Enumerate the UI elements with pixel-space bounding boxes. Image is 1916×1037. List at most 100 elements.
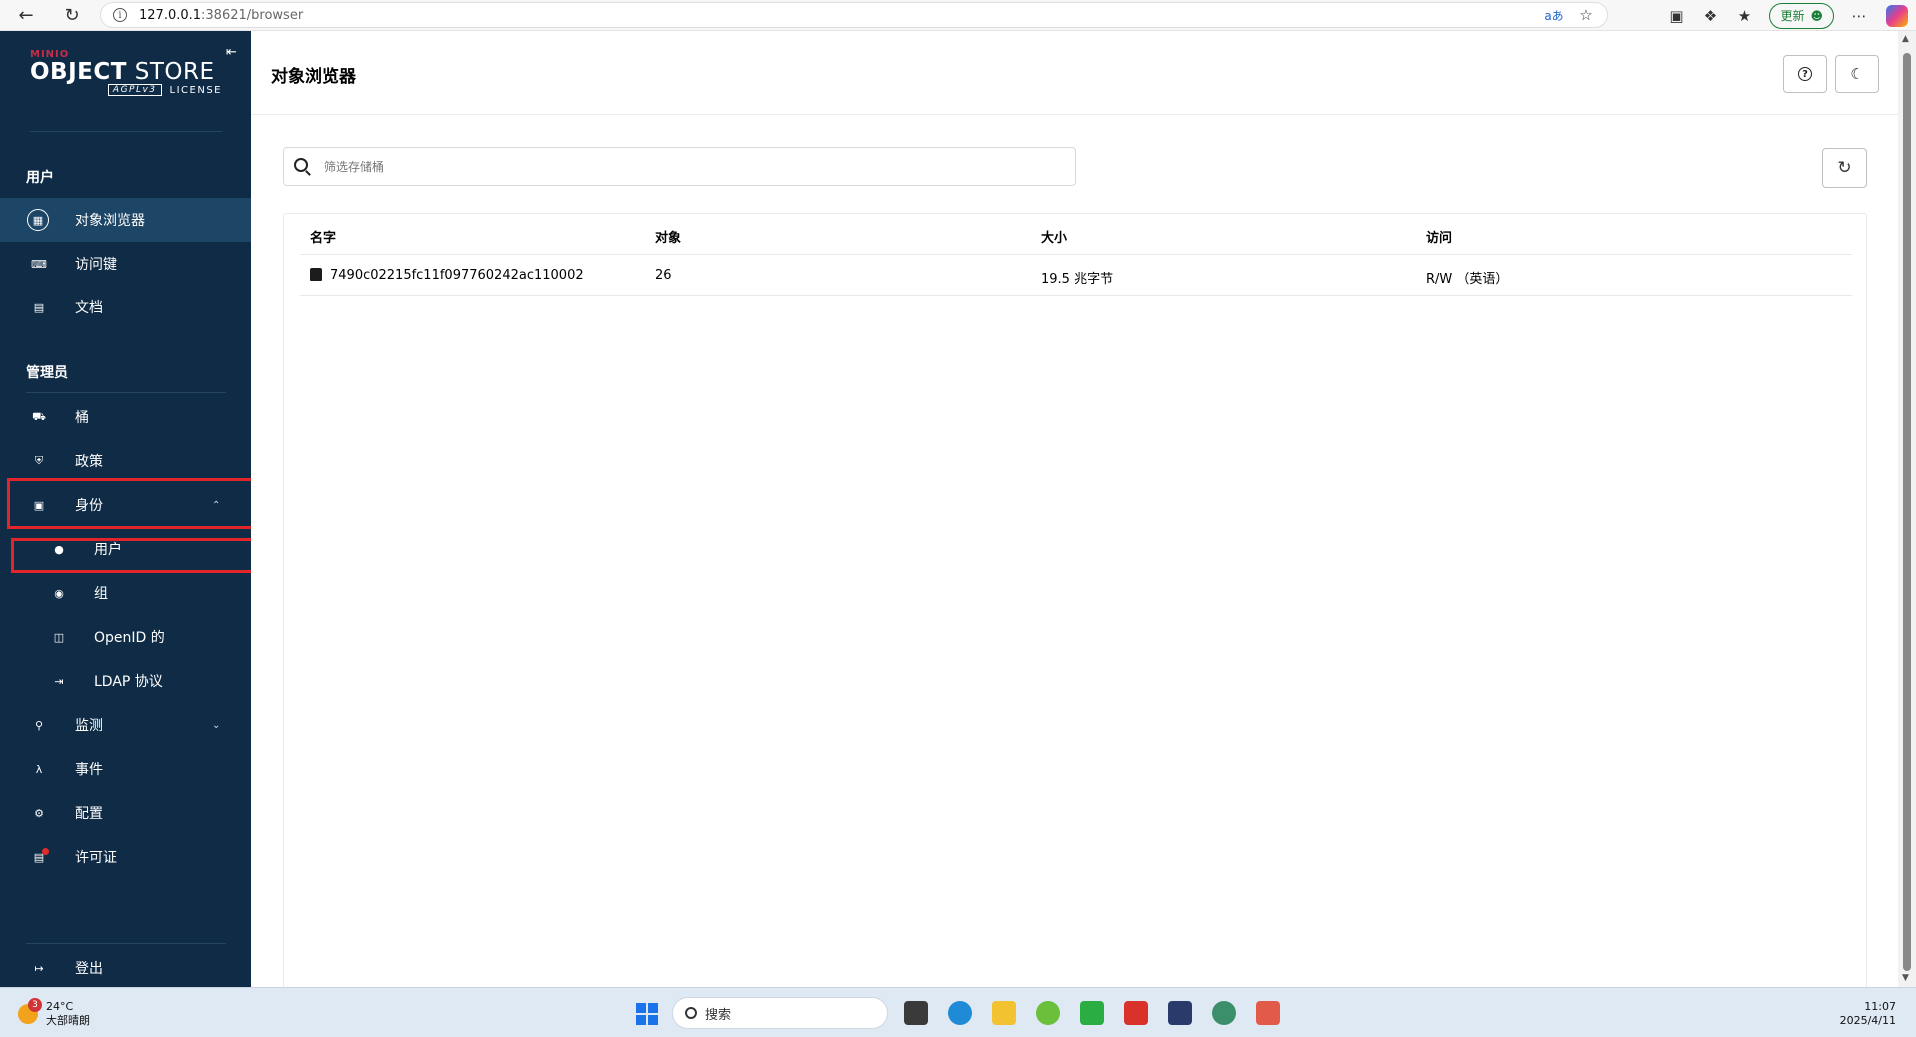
brand-rest: STORE: [126, 59, 215, 85]
object-browser-icon: ▦: [27, 209, 49, 231]
site-info-icon[interactable]: i: [113, 8, 127, 22]
column-header-objects[interactable]: 对象: [655, 227, 681, 246]
documentation-icon: ▤: [33, 300, 45, 314]
edge-icon[interactable]: [948, 1001, 972, 1025]
weather-text: 大部晴朗: [46, 1014, 90, 1027]
sidebar-item-label: 文档: [75, 300, 103, 316]
sidebar-item-identity[interactable]: ▣ 身份 ⌃: [0, 483, 251, 527]
temperature: 24°C: [46, 1000, 74, 1013]
wps-icon[interactable]: [1124, 1001, 1148, 1025]
sidebar-item-access-keys[interactable]: ⌨ 访问键: [0, 242, 251, 286]
bucket-filter-field[interactable]: [283, 147, 1076, 186]
app-icon[interactable]: [1212, 1001, 1236, 1025]
help-icon: ?: [1798, 67, 1812, 81]
divider: [26, 943, 226, 944]
table-row[interactable]: 7490c02215fc11f097760242ac110002 26 19.5…: [300, 255, 1852, 296]
sidebar-item-object-browser[interactable]: ▦ 对象浏览器: [0, 198, 251, 242]
sidebar-item-users[interactable]: ● 用户: [0, 527, 251, 571]
sidebar-item-label: 组: [94, 586, 108, 602]
user-icon: ●: [54, 542, 64, 556]
scrollbar-thumb[interactable]: [1903, 53, 1911, 971]
address-bar[interactable]: i 127.0.0.1 :38621/browser aあ ☆: [100, 2, 1608, 28]
file-explorer-icon[interactable]: [992, 1001, 1016, 1025]
chevron-down-icon: ⌄: [212, 719, 221, 731]
profile-icon: ☻: [1810, 8, 1823, 23]
policy-shield-icon: ⛨: [34, 454, 44, 467]
column-header-size[interactable]: 大小: [1041, 227, 1067, 246]
sidebar-item-label: 对象浏览器: [75, 213, 145, 229]
favorite-star-icon[interactable]: ☆: [1571, 1, 1601, 29]
sidebar-item-policies[interactable]: ⛨ 政策: [0, 439, 251, 483]
translate-icon[interactable]: aあ: [1539, 1, 1569, 29]
sidebar-item-logout[interactable]: ↦ 登出: [0, 946, 251, 990]
sidebar-item-configuration[interactable]: ⚙ 配置: [0, 791, 251, 835]
taskbar-search[interactable]: 搜索: [672, 997, 888, 1029]
column-header-name[interactable]: 名字: [310, 227, 336, 246]
bucket-filter-input[interactable]: [324, 159, 1075, 174]
windows-taskbar: 3 24°C 大部晴朗 搜索 11:07 2025/4/11: [0, 987, 1916, 1037]
start-button[interactable]: [636, 1003, 658, 1025]
lambda-icon: λ: [35, 762, 43, 776]
groups-icon: ◉: [54, 586, 64, 600]
collapse-sidebar-icon[interactable]: ⇤: [226, 45, 240, 60]
extensions-icon[interactable]: ❖: [1695, 2, 1725, 30]
scroll-up-icon[interactable]: ▲: [1902, 34, 1909, 44]
page-header: 对象浏览器 ? ☾: [251, 31, 1898, 115]
reload-icon[interactable]: ↻: [58, 1, 86, 29]
sidebar-item-docs[interactable]: ▤ 文档: [0, 285, 251, 329]
bucket-name: 7490c02215fc11f097760242ac110002: [330, 268, 584, 283]
favorites-icon[interactable]: ★: [1729, 2, 1759, 30]
access-keys-icon: ⌨: [31, 257, 47, 271]
sidebar-item-monitoring[interactable]: ⚲ 监测 ⌄: [0, 703, 251, 747]
sidebar-item-label: LDAP 协议: [94, 674, 163, 690]
snipping-tool-icon[interactable]: [1256, 1001, 1280, 1025]
sidebar-item-license[interactable]: ▤ 许可证: [0, 835, 251, 879]
monitoring-search-icon: ⚲: [34, 718, 44, 732]
bucket-icon: ⛟: [32, 409, 46, 423]
help-button[interactable]: ?: [1783, 55, 1827, 93]
search-icon: [685, 1007, 697, 1019]
sidebar-item-events[interactable]: λ 事件: [0, 747, 251, 791]
page-scrollbar[interactable]: ▲ ▼: [1898, 31, 1916, 987]
sidebar-item-label: 许可证: [75, 850, 117, 866]
sidebar-item-label: 访问键: [75, 257, 117, 273]
system-clock[interactable]: 11:07 2025/4/11: [1840, 1000, 1896, 1028]
bucket-icon: [310, 268, 322, 281]
weather-sun-icon: 3: [18, 998, 42, 1024]
chevron-up-icon: ⌃: [212, 499, 221, 511]
sidebar-item-label: 配置: [75, 806, 103, 822]
sidebar-item-groups[interactable]: ◉ 组: [0, 571, 251, 615]
sidebar-item-ldap[interactable]: ⇥ LDAP 协议: [0, 659, 251, 703]
taskview-icon[interactable]: [904, 1001, 928, 1025]
identity-icon: ▣: [33, 498, 45, 512]
back-icon[interactable]: ←: [12, 1, 40, 29]
sidebar-item-label: 桶: [75, 410, 89, 426]
section-admin-title: 管理员: [26, 365, 68, 381]
bucket-size: 19.5 兆字节: [1041, 272, 1114, 287]
bucket-list: 名字 对象 大小 访问 7490c02215fc11f097760242ac11…: [283, 213, 1867, 993]
weather-widget[interactable]: 3 24°C 大部晴朗: [18, 998, 90, 1028]
tab-actions-icon[interactable]: ▣: [1661, 2, 1691, 30]
taskbar-search-label: 搜索: [705, 1007, 732, 1023]
divider: [26, 392, 226, 393]
logout-icon: ↦: [34, 961, 44, 975]
sidebar-item-label: 事件: [75, 762, 103, 778]
minio-logo: MINIO OBJECT STORE AGPLv3 LICENSE: [30, 49, 222, 96]
column-header-access[interactable]: 访问: [1426, 227, 1452, 246]
sidebar-item-label: 政策: [75, 454, 103, 470]
app-icon[interactable]: [1036, 1001, 1060, 1025]
sidebar-item-label: OpenID 的: [94, 630, 165, 646]
sidebar-item-label: 身份: [75, 498, 103, 514]
browser-toolbar: ← ↻ i 127.0.0.1 :38621/browser aあ ☆ ▣ ❖ …: [0, 0, 1916, 31]
more-menu-icon[interactable]: ⋯: [1844, 2, 1874, 30]
sidebar-item-buckets[interactable]: ⛟ 桶: [0, 395, 251, 439]
app-icon[interactable]: [1168, 1001, 1192, 1025]
scroll-down-icon[interactable]: ▼: [1902, 973, 1909, 983]
refresh-button[interactable]: ↻: [1822, 148, 1867, 188]
update-button[interactable]: 更新 ☻: [1769, 2, 1834, 29]
wechat-icon[interactable]: [1080, 1001, 1104, 1025]
moon-icon: ☾: [1850, 65, 1864, 83]
copilot-icon[interactable]: [1886, 4, 1908, 27]
sidebar-item-openid[interactable]: ◫ OpenID 的: [0, 615, 251, 659]
dark-mode-button[interactable]: ☾: [1835, 55, 1879, 93]
